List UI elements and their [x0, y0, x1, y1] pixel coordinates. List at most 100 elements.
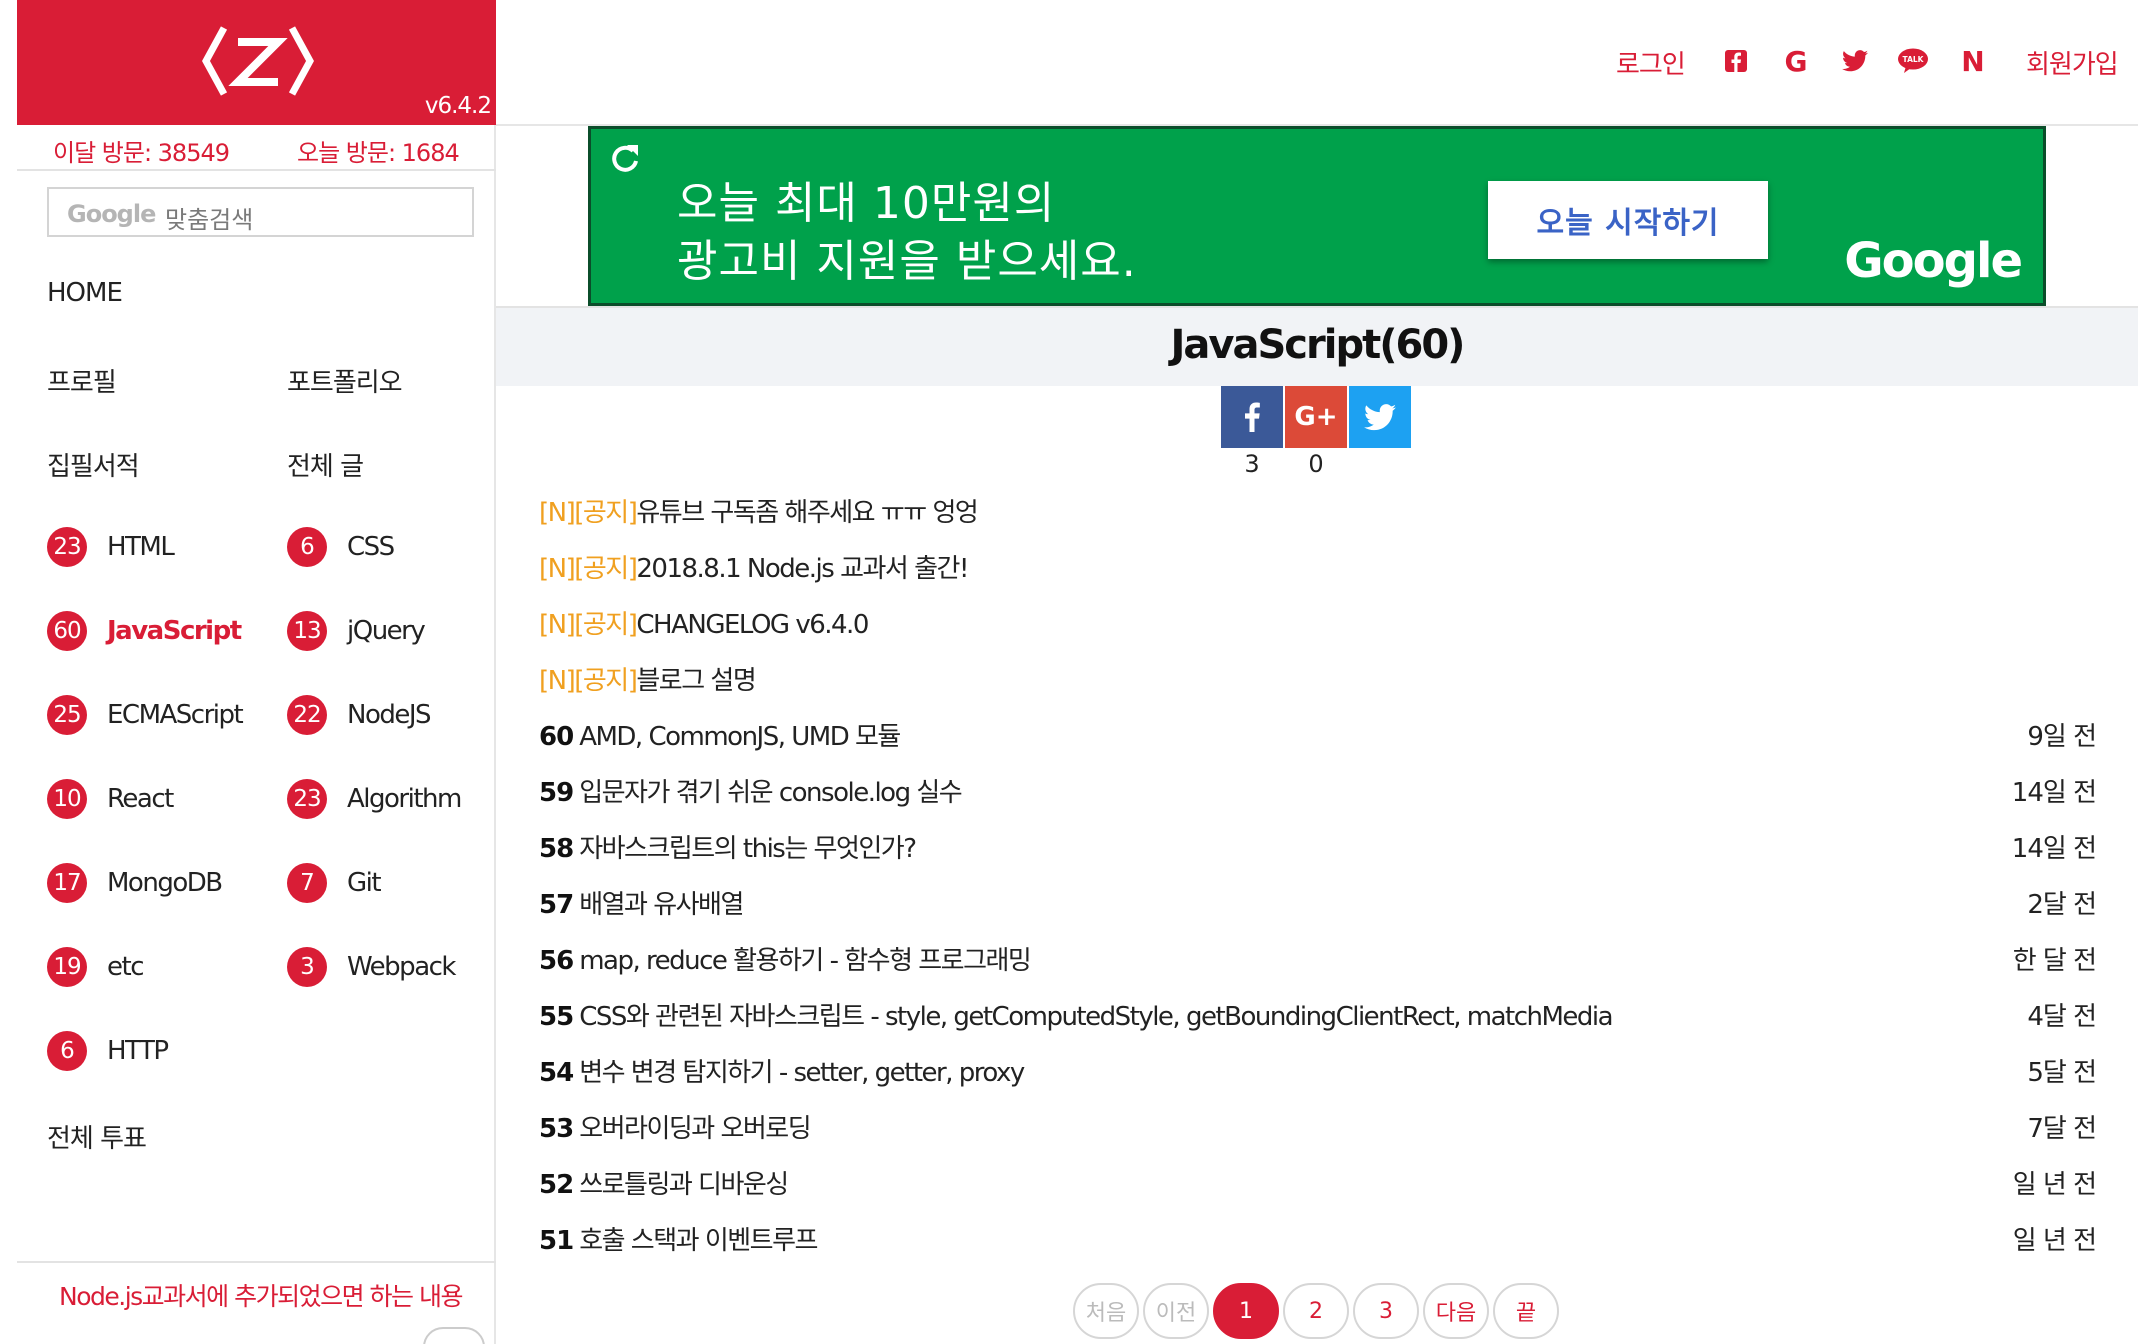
pagination-page-2[interactable]: 2 [1283, 1283, 1349, 1339]
category-label: HTTP [107, 1036, 169, 1066]
notice-item[interactable]: [N][공지]CHANGELOG v6.4.0 [539, 604, 869, 641]
post-date: 14일 전 [2011, 834, 2097, 864]
twitter-icon[interactable] [1838, 44, 1872, 78]
category-count-badge: 7 [287, 863, 327, 903]
pagination-prev[interactable]: 이전 [1143, 1283, 1209, 1339]
today-visits: 오늘 방문: 1684 [297, 139, 460, 167]
naver-icon[interactable]: N [1956, 44, 1990, 78]
nav-books[interactable]: 집필서적 [47, 446, 140, 483]
login-link[interactable]: 로그인 [1616, 44, 1686, 81]
pagination-last[interactable]: 끝 [1493, 1283, 1559, 1339]
category-css[interactable]: 6 CSS [287, 527, 395, 567]
notice-item[interactable]: [N][공지]유튜브 구독좀 해주세요 ㅠㅠ 엉엉 [539, 492, 979, 529]
post-row[interactable]: 52 쓰로틀링과 디바운싱 일 년 전 [539, 1164, 2097, 1204]
nav-home[interactable]: HOME [47, 278, 123, 308]
category-count-badge: 6 [47, 1031, 87, 1071]
post-row[interactable]: 59 입문자가 겪기 쉬운 console.log 실수 14일 전 [539, 772, 2097, 812]
category-javascript[interactable]: 60 JavaScript [47, 611, 242, 651]
post-date: 5달 전 [2027, 1058, 2097, 1088]
post-title[interactable]: CSS와 관련된 자바스크립트 - style, getComputedStyl… [579, 1002, 1613, 1032]
category-git[interactable]: 7 Git [287, 863, 382, 903]
category-jquery[interactable]: 13 jQuery [287, 611, 426, 651]
search-input[interactable]: Google 맞춤검색 [47, 187, 474, 237]
google-plus-share-button[interactable]: G+ [1285, 386, 1347, 448]
ad-google-logo: Google [1844, 233, 2023, 289]
post-row[interactable]: 57 배열과 유사배열 2달 전 [539, 884, 2097, 924]
category-react[interactable]: 10 React [47, 779, 174, 819]
post-title[interactable]: 자바스크립트의 this는 무엇인가? [579, 834, 917, 864]
pagination-next[interactable]: 다음 [1423, 1283, 1489, 1339]
category-count-badge: 6 [287, 527, 327, 567]
post-number: 55 [539, 1002, 574, 1032]
category-count-badge: 25 [47, 695, 87, 735]
category-html[interactable]: 23 HTML [47, 527, 175, 567]
signup-link[interactable]: 회원가입 [2026, 44, 2119, 81]
notice-item[interactable]: [N][공지]2018.8.1 Node.js 교과서 출간! [539, 548, 969, 585]
post-title[interactable]: 오버라이딩과 오버로딩 [579, 1114, 811, 1144]
nav-portfolio[interactable]: 포트폴리오 [287, 362, 403, 399]
pagination-first[interactable]: 처음 [1073, 1283, 1139, 1339]
post-title[interactable]: 입문자가 겪기 쉬운 console.log 실수 [579, 778, 963, 808]
post-title[interactable]: 배열과 유사배열 [579, 890, 744, 920]
logo-banner[interactable]: v6.4.2 [17, 0, 496, 125]
monthly-visits: 이달 방문: 38549 [53, 139, 230, 167]
nav-all-posts[interactable]: 전체 글 [287, 446, 364, 483]
notice-title: CHANGELOG v6.4.0 [636, 610, 869, 640]
zero-cho-logo-icon [202, 26, 314, 96]
post-title[interactable]: map, reduce 활용하기 - 함수형 프로그래밍 [579, 946, 1032, 976]
ad-headline-line1: 오늘 최대 10만원의 [677, 178, 1056, 229]
ad-headline-line2: 광고비 지원을 받으세요. [677, 236, 1137, 287]
post-number: 57 [539, 890, 574, 920]
kakaotalk-icon[interactable]: TALK [1896, 44, 1930, 78]
facebook-share-button[interactable] [1221, 386, 1283, 448]
notice-title: 2018.8.1 Node.js 교과서 출간! [636, 554, 969, 584]
nav-all-votes[interactable]: 전체 투표 [47, 1118, 147, 1155]
category-count-badge: 10 [47, 779, 87, 819]
post-date: 2달 전 [2027, 890, 2097, 920]
google-search-label: Google [67, 200, 156, 228]
pagination-page-3[interactable]: 3 [1353, 1283, 1419, 1339]
post-title[interactable]: 호출 스택과 이벤트루프 [579, 1226, 818, 1256]
post-row[interactable]: 58 자바스크립트의 this는 무엇인가? 14일 전 [539, 828, 2097, 868]
post-row[interactable]: 60 AMD, CommonJS, UMD 모듈 9일 전 [539, 716, 2097, 756]
post-date: 일 년 전 [2012, 1226, 2097, 1256]
category-count-badge: 23 [47, 527, 87, 567]
post-row[interactable]: 54 변수 변경 탐지하기 - setter, getter, proxy 5달 … [539, 1052, 2097, 1092]
nav-profile[interactable]: 프로필 [47, 362, 117, 399]
category-label: React [107, 784, 174, 814]
post-date: 14일 전 [2011, 778, 2097, 808]
post-title[interactable]: 변수 변경 탐지하기 - setter, getter, proxy [579, 1058, 1025, 1088]
category-algorithm[interactable]: 23 Algorithm [287, 779, 462, 819]
ad-start-button[interactable]: 오늘 시작하기 [1488, 181, 1768, 259]
post-row[interactable]: 53 오버라이딩과 오버로딩 7달 전 [539, 1108, 2097, 1148]
top-header: 로그인 G TALK N 회원가입 [496, 0, 2138, 126]
facebook-icon[interactable] [1719, 44, 1753, 78]
category-label: ECMAScript [107, 700, 244, 730]
post-row[interactable]: 51 호출 스택과 이벤트루프 일 년 전 [539, 1220, 2097, 1260]
search-placeholder: 맞춤검색 [165, 206, 254, 234]
post-title[interactable]: AMD, CommonJS, UMD 모듈 [579, 722, 901, 752]
category-ecmascript[interactable]: 25 ECMAScript [47, 695, 244, 735]
pagination-page-1[interactable]: 1 [1213, 1283, 1279, 1339]
notice-item[interactable]: [N][공지]블로그 설명 [539, 660, 757, 697]
post-title[interactable]: 쓰로틀링과 디바운싱 [579, 1170, 789, 1200]
google-ad-banner[interactable]: 오늘 최대 10만원의 광고비 지원을 받으세요. 오늘 시작하기 Google [588, 126, 2046, 306]
category-webpack[interactable]: 3 Webpack [287, 947, 456, 987]
post-number: 53 [539, 1114, 574, 1144]
refresh-icon[interactable] [605, 139, 645, 179]
poll-toggle-button[interactable] [423, 1327, 485, 1344]
category-count-badge: 17 [47, 863, 87, 903]
category-label: Webpack [347, 952, 456, 982]
category-http[interactable]: 6 HTTP [47, 1031, 169, 1071]
poll-link[interactable]: Node.js교과서에 추가되었으면 하는 내용 [59, 1277, 464, 1313]
google-plus-icon: G+ [1294, 402, 1338, 432]
category-nodejs[interactable]: 22 NodeJS [287, 695, 432, 735]
category-etc[interactable]: 19 etc [47, 947, 145, 987]
post-row[interactable]: 55 CSS와 관련된 자바스크립트 - style, getComputedSt… [539, 996, 2097, 1036]
post-date: 4달 전 [2027, 1002, 2097, 1032]
google-icon[interactable]: G [1779, 44, 1813, 78]
post-date: 9일 전 [2027, 722, 2097, 752]
post-row[interactable]: 56 map, reduce 활용하기 - 함수형 프로그래밍 한 달 전 [539, 940, 2097, 980]
twitter-share-button[interactable] [1349, 386, 1411, 448]
category-mongodb[interactable]: 17 MongoDB [47, 863, 223, 903]
